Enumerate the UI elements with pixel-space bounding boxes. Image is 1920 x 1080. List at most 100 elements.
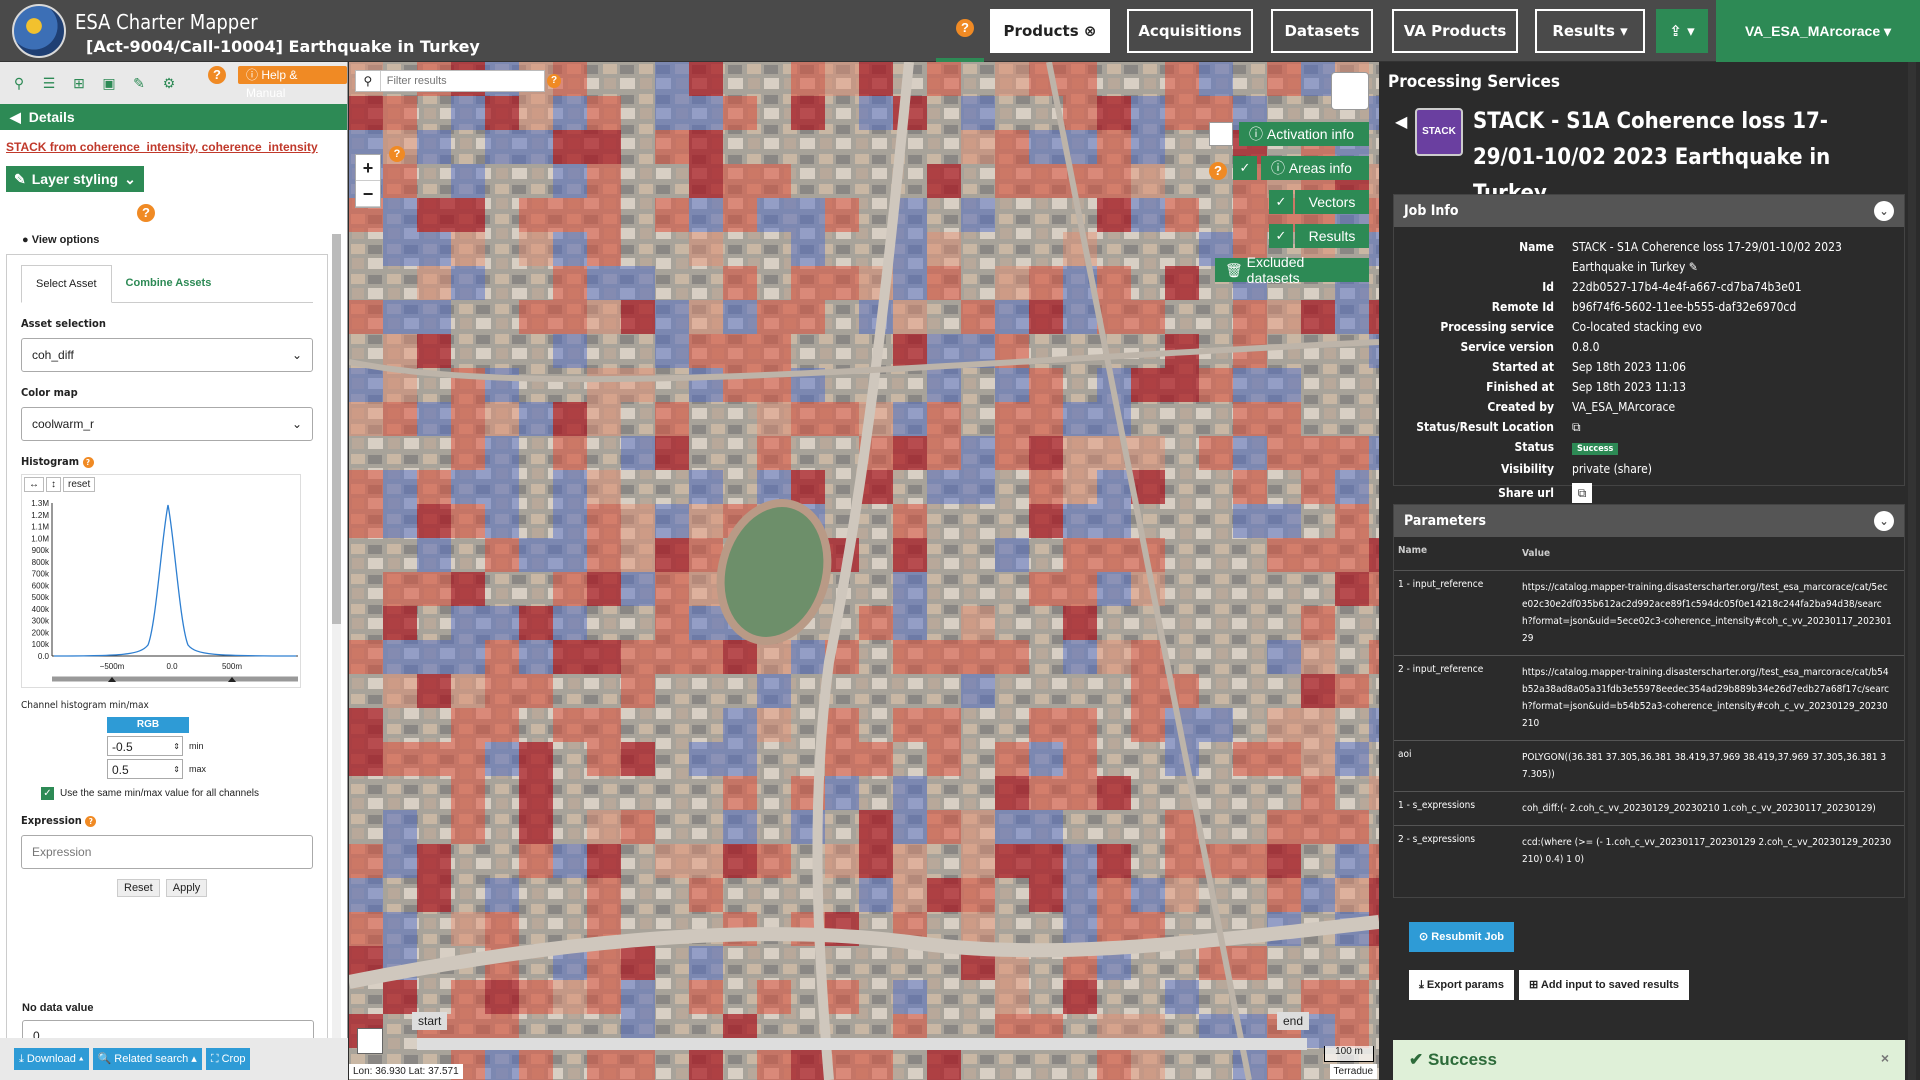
max-value: 0.5 — [112, 763, 129, 777]
job-info-header[interactable]: Job Info ⌄ — [1394, 195, 1904, 227]
min-input[interactable]: -0.5 ⇕ — [107, 736, 183, 756]
help-manual-button[interactable]: ⓘ Help & Manual — [238, 66, 347, 100]
search-icon[interactable]: ⚲ — [6, 70, 32, 96]
excluded-datasets-button[interactable]: 🗑 Excluded datasets — [1215, 254, 1369, 286]
view-options-title[interactable]: ● View options — [22, 234, 99, 246]
param-name: 2 - s_expressions — [1398, 834, 1476, 845]
areas-info-checkbox[interactable]: ✓ — [1233, 156, 1257, 180]
scale-bar: 100 m — [1324, 1046, 1374, 1062]
help-icon[interactable]: ? — [85, 816, 97, 827]
tab-select-asset[interactable]: Select Asset — [21, 265, 112, 303]
reset-button[interactable]: Reset — [117, 879, 160, 897]
export-params-button[interactable]: ⤓ Export params — [1409, 970, 1514, 1000]
histogram-label: Histogram — [21, 455, 80, 468]
color-map-select[interactable]: coolwarm_r ⌄ — [21, 407, 313, 441]
rgb-channel-button[interactable]: RGB — [107, 717, 189, 733]
help-icon[interactable]: ? — [208, 66, 226, 84]
info-row-name: Name STACK - S1A Coherence loss 17-29/01-… — [1394, 237, 1904, 277]
areas-info-button[interactable]: ⓘ Areas info — [1261, 156, 1369, 180]
info-row-version: Service version 0.8.0 — [1394, 337, 1904, 357]
related-search-button[interactable]: 🔍 Related search ▴ — [92, 1048, 202, 1070]
help-icon[interactable]: ? — [137, 204, 155, 222]
user-menu[interactable]: VA_ESA_MArcorace ▾ — [1716, 0, 1920, 62]
zoom-in-button[interactable]: + — [356, 155, 380, 181]
max-input[interactable]: 0.5 ⇕ — [107, 759, 183, 779]
map-view[interactable]: ⚲ ? + − ? ⓘ Activation info ? ✓ ⓘ Areas … — [349, 62, 1379, 1080]
app-title: ESA Charter Mapper — [75, 10, 258, 34]
vectors-checkbox[interactable]: ✓ — [1269, 190, 1293, 214]
nav-results[interactable]: Results ▾ — [1535, 9, 1645, 53]
layers-switcher-icon[interactable] — [1331, 72, 1369, 110]
checkbox-checked-icon[interactable]: ✓ — [41, 787, 54, 800]
crop-button[interactable]: ⛶ Crop — [205, 1048, 251, 1070]
pencil-icon[interactable]: ✎ — [126, 70, 152, 96]
service-icon: STACK — [1415, 108, 1463, 156]
details-label: Details — [28, 109, 75, 125]
param-name: 1 - input_reference — [1398, 579, 1484, 590]
table-row: 2 - s_expressions ccd:(where (>= (- 1.coh… — [1394, 826, 1904, 876]
help-icon[interactable]: ? — [389, 146, 405, 162]
chevron-down-icon[interactable]: ⌄ — [1874, 201, 1894, 221]
nav-acquisitions[interactable]: Acquisitions — [1127, 9, 1253, 53]
histogram-y-tick: 900k — [32, 546, 50, 555]
help-icon[interactable]: ? — [82, 457, 94, 468]
parameters-header[interactable]: Parameters ⌄ — [1394, 505, 1904, 537]
parameters-header-row: Name Value — [1394, 537, 1904, 571]
nav-datasets[interactable]: Datasets — [1271, 9, 1373, 53]
map-canvas[interactable] — [349, 62, 1379, 1080]
layer-styling-button[interactable]: ✎ Layer styling ⌄ — [6, 166, 144, 192]
activation-info-button[interactable]: ⓘ Activation info — [1239, 122, 1369, 146]
basket-icon[interactable]: ⊞ — [66, 70, 92, 96]
expression-actions: Reset Apply — [117, 879, 313, 897]
stepper-icon[interactable]: ⇕ — [173, 737, 180, 757]
download-button[interactable]: ⤓ Download ▴ — [14, 1048, 89, 1070]
info-key: Name — [1519, 240, 1554, 254]
nav-products[interactable]: Products ⊗ — [990, 9, 1110, 53]
list-icon[interactable]: ☰ — [36, 70, 62, 96]
expression-input[interactable]: Expression — [21, 835, 313, 869]
timeline[interactable]: start end — [357, 1012, 1375, 1062]
same-minmax-label: Use the same min/max value for all chann… — [60, 788, 259, 799]
activation-info-checkbox[interactable] — [1209, 122, 1233, 146]
apply-button[interactable]: Apply — [165, 879, 208, 897]
results-checkbox[interactable]: ✓ — [1269, 224, 1293, 248]
timeline-toggle-icon[interactable] — [357, 1028, 383, 1054]
chevron-down-icon[interactable]: ⌄ — [1874, 511, 1894, 531]
histogram-y-tick: 200k — [32, 628, 50, 637]
back-icon[interactable]: ◀ — [10, 109, 21, 126]
info-row-visibility: Visibility private (share) — [1394, 459, 1904, 479]
help-icon[interactable]: ? — [547, 74, 561, 88]
tab-combine-assets[interactable]: Combine Assets — [112, 265, 226, 302]
histogram-y-tick: 600k — [32, 581, 50, 590]
nav-va-products[interactable]: VA Products — [1392, 9, 1518, 53]
back-icon[interactable]: ◀ — [1395, 112, 1407, 132]
filter-input[interactable] — [379, 71, 544, 91]
visibility-value[interactable]: private (share) — [1572, 459, 1882, 479]
details-header[interactable]: ◀ Details — [0, 104, 347, 130]
same-minmax-checkbox-row[interactable]: ✓ Use the same min/max value for all chan… — [41, 787, 313, 800]
asset-select[interactable]: coh_diff ⌄ — [21, 338, 313, 372]
resubmit-job-button[interactable]: ⊙ Resubmit Job — [1409, 922, 1515, 952]
upload-menu[interactable]: ⇪ ▾ — [1656, 9, 1708, 53]
histogram-y-tick: 300k — [32, 617, 50, 626]
gear-icon[interactable]: ⚙ — [156, 70, 182, 96]
help-icon[interactable]: ? — [956, 19, 974, 37]
stepper-icon[interactable]: ⇕ — [173, 760, 180, 780]
archive-icon[interactable]: ▣ — [96, 70, 122, 96]
vectors-button[interactable]: Vectors — [1295, 190, 1369, 214]
stack-from-title: STACK from coherence_intensity, coherenc… — [6, 140, 318, 154]
right-scrollbar[interactable] — [1908, 62, 1916, 1080]
add-input-button[interactable]: ⊞ Add input to saved results — [1519, 970, 1690, 1000]
info-row-location: Status/Result Location ⧉ — [1394, 417, 1904, 437]
external-link-icon[interactable]: ⧉ — [1572, 417, 1882, 437]
asset-select-value: coh_diff — [32, 348, 74, 362]
timeline-track[interactable] — [417, 1038, 1307, 1050]
help-icon[interactable]: ? — [1209, 162, 1227, 180]
zoom-out-button[interactable]: − — [356, 181, 380, 207]
results-button[interactable]: Results — [1295, 224, 1369, 248]
parameters-card: Parameters ⌄ Name Value 1 - input_referenc… — [1393, 504, 1905, 898]
close-icon[interactable]: × — [1881, 1050, 1889, 1066]
copy-icon[interactable]: ⧉ — [1572, 483, 1592, 503]
info-row-status: Status Success — [1394, 437, 1904, 459]
left-scrollbar[interactable] — [332, 234, 341, 1054]
